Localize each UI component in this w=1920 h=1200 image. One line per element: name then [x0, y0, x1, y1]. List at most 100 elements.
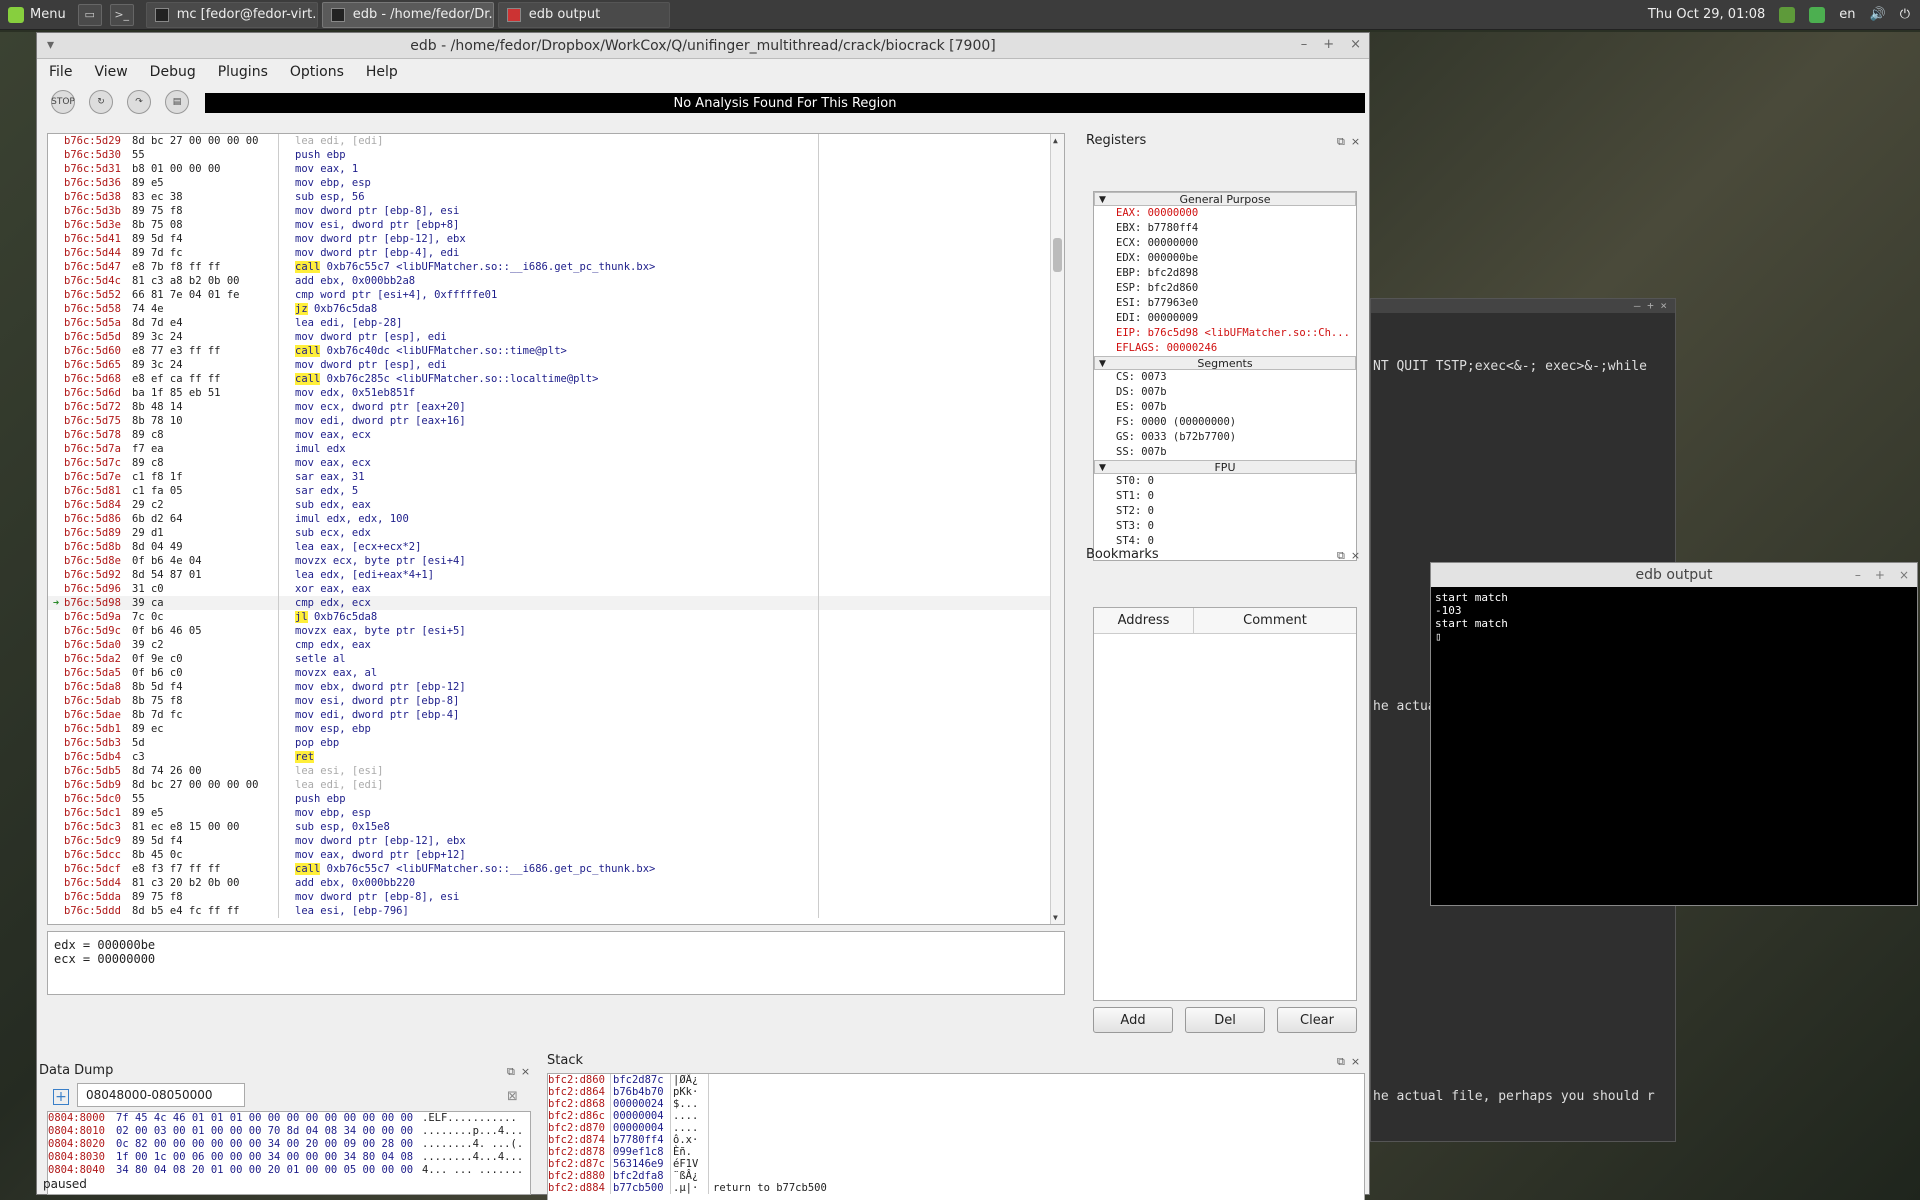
- register-value[interactable]: ES: 007b: [1094, 400, 1356, 415]
- disasm-row[interactable]: b76c:5d84 29 c2 sub edx, eax: [48, 498, 1064, 512]
- disasm-row[interactable]: b76c:5d96 31 c0 xor eax, eax: [48, 582, 1064, 596]
- register-value[interactable]: EDI: 00000009: [1094, 311, 1356, 326]
- register-value[interactable]: ST2: 0: [1094, 504, 1356, 519]
- maximize-icon[interactable]: +: [1323, 37, 1334, 52]
- minimize-icon[interactable]: –: [1855, 568, 1861, 582]
- column-comment[interactable]: Comment: [1194, 608, 1356, 633]
- stack-row[interactable]: bfc2:d870 00000004....: [548, 1122, 1364, 1134]
- stack-row[interactable]: bfc2:d880 bfc2dfa8 ¨ßÂ¿: [548, 1170, 1364, 1182]
- minimize-icon[interactable]: –: [1301, 37, 1308, 52]
- maximize-icon[interactable]: +: [1875, 568, 1885, 582]
- register-value[interactable]: ECX: 00000000: [1094, 236, 1356, 251]
- disasm-row[interactable]: b76c:5d89 29 d1 sub ecx, edx: [48, 526, 1064, 540]
- float-icon[interactable]: ⧉: [507, 1065, 515, 1079]
- float-icon[interactable]: ⧉: [1337, 135, 1345, 149]
- disassembly-view[interactable]: b76c:5d29 8d bc 27 00 00 00 00 lea edi, [e…: [47, 133, 1065, 925]
- disasm-row[interactable]: b76c:5d68 e8 ef ca ff ff call 0xb76c285c <…: [48, 372, 1064, 386]
- disasm-row[interactable]: b76c:5d60 e8 77 e3 ff ff call 0xb76c40dc <…: [48, 344, 1064, 358]
- disasm-row[interactable]: b76c:5d9a 7c 0c jl 0xb76c5da8: [48, 610, 1064, 624]
- disasm-row[interactable]: b76c:5d36 89 e5 mov ebp, esp: [48, 176, 1064, 190]
- stack-row[interactable]: bfc2:d87c 563146e9 éF1V: [548, 1158, 1364, 1170]
- data-dump-view[interactable]: 0804:8000 7f 45 4c 46 01 01 01 00 00 00 0…: [47, 1111, 531, 1195]
- menu-plugins[interactable]: Plugins: [218, 64, 268, 80]
- group-segments[interactable]: ▼ Segments: [1094, 356, 1356, 370]
- dump-row[interactable]: 0804:8020 0c 82 00 00 00 00 00 00 34 00 2…: [48, 1138, 530, 1151]
- register-value[interactable]: EBP: bfc2d898: [1094, 266, 1356, 281]
- disasm-row[interactable]: b76c:5d4c 81 c3 a8 b2 0b 00 add ebx, 0x000…: [48, 274, 1064, 288]
- register-value[interactable]: SS: 007b: [1094, 445, 1356, 460]
- disasm-row[interactable]: b76c:5dcc 8b 45 0c mov eax, dword ptr [ebp…: [48, 848, 1064, 862]
- disasm-row[interactable]: b76c:5d3e 8b 75 08 mov esi, dword ptr [ebp…: [48, 218, 1064, 232]
- terminal-launcher-icon[interactable]: >_: [109, 3, 134, 26]
- register-value[interactable]: ST3: 0: [1094, 519, 1356, 534]
- disasm-row[interactable]: b76c:5d7e c1 f8 1f sar eax, 31: [48, 470, 1064, 484]
- dump-row[interactable]: 0804:8030 1f 00 1c 00 06 00 00 00 34 00 0…: [48, 1151, 530, 1164]
- register-value[interactable]: EDX: 000000be: [1094, 251, 1356, 266]
- disasm-row[interactable]: b76c:5d5d 89 3c 24 mov dword ptr [esp], ed…: [48, 330, 1064, 344]
- disasm-row[interactable]: b76c:5d41 89 5d f4 mov dword ptr [ebp-12],…: [48, 232, 1064, 246]
- power-icon[interactable]: ⏻: [1900, 7, 1910, 22]
- terminal-titlebar[interactable]: – + ×: [1371, 299, 1675, 313]
- bookmarks-table[interactable]: Address Comment: [1093, 607, 1357, 1001]
- disasm-row[interactable]: b76c:5da8 8b 5d f4 mov ebx, dword ptr [ebp…: [48, 680, 1064, 694]
- disasm-row[interactable]: b76c:5d38 83 ec 38 sub esp, 56: [48, 190, 1064, 204]
- task-mc[interactable]: mc [fedor@fedor-virt...: [145, 1, 318, 28]
- collapse-icon[interactable]: ▼: [1099, 193, 1106, 207]
- stack-view[interactable]: bfc2:d860 bfc2d87c |ØÂ¿ bfc2:d864 b76b4b70 pK…: [547, 1073, 1365, 1200]
- disasm-row[interactable]: b76c:5dab 8b 75 f8 mov esi, dword ptr [ebp…: [48, 694, 1064, 708]
- show-desktop-icon[interactable]: ▭: [77, 3, 102, 26]
- disasm-row[interactable]: b76c:5db9 8d bc 27 00 00 00 00 lea edi, [e…: [48, 778, 1064, 792]
- close-icon[interactable]: ×: [1351, 135, 1360, 149]
- register-value[interactable]: ST1: 0: [1094, 489, 1356, 504]
- disasm-row[interactable]: b76c:5d7a f7 ea imul edx: [48, 442, 1064, 456]
- menu-options[interactable]: Options: [290, 64, 344, 80]
- disasm-row[interactable]: b76c:5db3 5d pop ebp: [48, 736, 1064, 750]
- close-tab-icon[interactable]: ⊠: [507, 1089, 518, 1104]
- register-value[interactable]: EFLAGS: 00000246: [1094, 341, 1356, 356]
- window-titlebar[interactable]: ▾ edb - /home/fedor/Dropbox/WorkCox/Q/un…: [37, 33, 1369, 59]
- register-value[interactable]: CS: 0073: [1094, 370, 1356, 385]
- disasm-row[interactable]: b76c:5dc0 55 push ebp: [48, 792, 1064, 806]
- disasm-row[interactable]: b76c:5db5 8d 74 26 00 lea esi, [esi]: [48, 764, 1064, 778]
- stack-row[interactable]: bfc2:d878 099ef1c8 Èñ.: [548, 1146, 1364, 1158]
- group-fpu[interactable]: ▼ FPU: [1094, 460, 1356, 474]
- menu-view[interactable]: View: [94, 64, 127, 80]
- stack-row[interactable]: bfc2:d884 b77cb500 .µ|· return to b77cb500: [548, 1182, 1364, 1194]
- keyboard-layout[interactable]: en: [1839, 7, 1855, 22]
- window-titlebar[interactable]: edb output – + ×: [1431, 563, 1917, 587]
- disasm-row[interactable]: b76c:5da2 0f 9e c0 setle al: [48, 652, 1064, 666]
- stack-row[interactable]: bfc2:d86c 00000004....: [548, 1110, 1364, 1122]
- menu-help[interactable]: Help: [366, 64, 398, 80]
- disasm-row[interactable]: b76c:5d78 89 c8 mov eax, ecx: [48, 428, 1064, 442]
- close-icon[interactable]: ×: [1350, 37, 1361, 52]
- close-icon[interactable]: ×: [1351, 549, 1360, 563]
- task-edb-output[interactable]: edb output: [497, 1, 670, 28]
- disasm-row[interactable]: b76c:5d72 8b 48 14 mov ecx, dword ptr [eax…: [48, 400, 1064, 414]
- disasm-row[interactable]: b76c:5d8e 0f b6 4e 04 movzx ecx, byte ptr …: [48, 554, 1064, 568]
- disasm-row[interactable]: ➜ b76c:5d98 39 ca cmp edx, ecx: [48, 596, 1064, 610]
- close-icon[interactable]: ×: [521, 1065, 530, 1079]
- run-icon[interactable]: ▤: [165, 90, 189, 114]
- disasm-row[interactable]: b76c:5d52 66 81 7e 04 01 fe cmp word ptr […: [48, 288, 1064, 302]
- update-shield-icon[interactable]: [1809, 6, 1826, 23]
- registers-view[interactable]: ▼ General Purpose EAX: 00000000 EBX: b7780f…: [1093, 191, 1357, 561]
- register-value[interactable]: DS: 007b: [1094, 385, 1356, 400]
- dump-row[interactable]: 0804:8040 34 80 04 08 20 01 00 00 20 01 0…: [48, 1164, 530, 1177]
- register-value[interactable]: ESI: b77963e0: [1094, 296, 1356, 311]
- register-value[interactable]: FS: 0000 (00000000): [1094, 415, 1356, 430]
- disasm-row[interactable]: b76c:5dae 8b 7d fc mov edi, dword ptr [ebp…: [48, 708, 1064, 722]
- dump-row[interactable]: 0804:8000 7f 45 4c 46 01 01 01 00 00 00 0…: [48, 1112, 530, 1125]
- dump-tab[interactable]: 08048000-08050000: [77, 1083, 245, 1107]
- disasm-row[interactable]: b76c:5dc1 89 e5 mov ebp, esp: [48, 806, 1064, 820]
- disasm-row[interactable]: b76c:5d47 e8 7b f8 ff ff call 0xb76c55c7 <…: [48, 260, 1064, 274]
- disasm-scrollbar[interactable]: ▲ ▼: [1050, 134, 1064, 924]
- float-icon[interactable]: ⧉: [1337, 1055, 1345, 1069]
- menu-file[interactable]: File: [49, 64, 72, 80]
- task-edb[interactable]: edb - /home/fedor/Dr...: [321, 1, 494, 28]
- collapse-icon[interactable]: ▼: [1099, 357, 1106, 371]
- register-value[interactable]: ESP: bfc2d860: [1094, 281, 1356, 296]
- stack-row[interactable]: bfc2:d860 bfc2d87c |ØÂ¿: [548, 1074, 1364, 1086]
- disasm-row[interactable]: b76c:5d31 b8 01 00 00 00 mov eax, 1: [48, 162, 1064, 176]
- stack-row[interactable]: bfc2:d864 b76b4b70 pKk·: [548, 1086, 1364, 1098]
- disasm-row[interactable]: b76c:5d5a 8d 7d e4 lea edi, [ebp-28]: [48, 316, 1064, 330]
